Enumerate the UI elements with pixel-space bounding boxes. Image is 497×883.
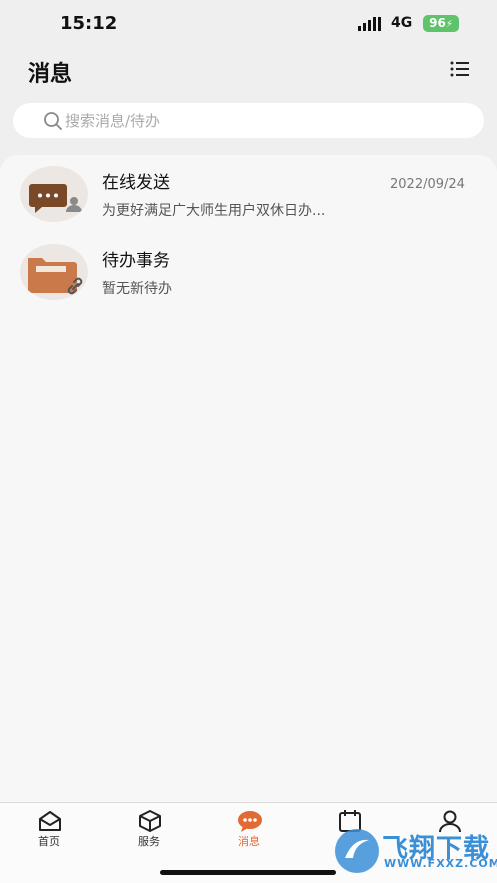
tab-label: 服务 [138,835,160,848]
cube-icon [139,810,161,832]
message-title: 在线发送 [102,173,170,193]
chat-user-icon [20,166,88,222]
search-input[interactable] [65,103,465,138]
watermark-url: WWW.FXXZ.COM [384,857,497,870]
message-preview: 为更好满足广大师生用户双休日办... [102,203,326,219]
home-mail-icon [39,811,61,831]
message-title: 待办事务 [102,251,170,271]
search-icon [44,112,62,130]
signal-icon [358,17,381,31]
tab-service[interactable]: 服务 [114,803,184,853]
status-bar: 15:12 4G 96⚡ [0,0,497,46]
tab-label: 首页 [38,835,60,848]
home-indicator [160,870,336,875]
network-type: 4G [391,15,413,31]
battery-level: 96 [429,16,446,30]
message-date: 2022/09/24 [390,177,465,192]
message-item-todo[interactable]: 待办事务 暂无新待办 [0,233,497,305]
message-preview: 暂无新待办 [102,281,172,297]
status-time: 15:12 [60,13,118,34]
tab-home[interactable]: 首页 [14,803,84,853]
tab-label: 消息 [238,835,260,848]
message-bubble-icon [238,811,262,832]
page-title: 消息 [28,62,73,87]
battery-icon: 96⚡ [423,15,459,32]
message-item-online-send[interactable]: 在线发送 2022/09/24 为更好满足广大师生用户双休日办... [0,155,497,227]
search-bar[interactable] [13,103,484,138]
message-list: 在线发送 2022/09/24 为更好满足广大师生用户双休日办... 待办事务 … [0,155,497,803]
folder-link-icon [20,244,88,300]
list-menu-icon[interactable] [450,60,470,78]
tab-messages[interactable]: 消息 [214,803,284,853]
